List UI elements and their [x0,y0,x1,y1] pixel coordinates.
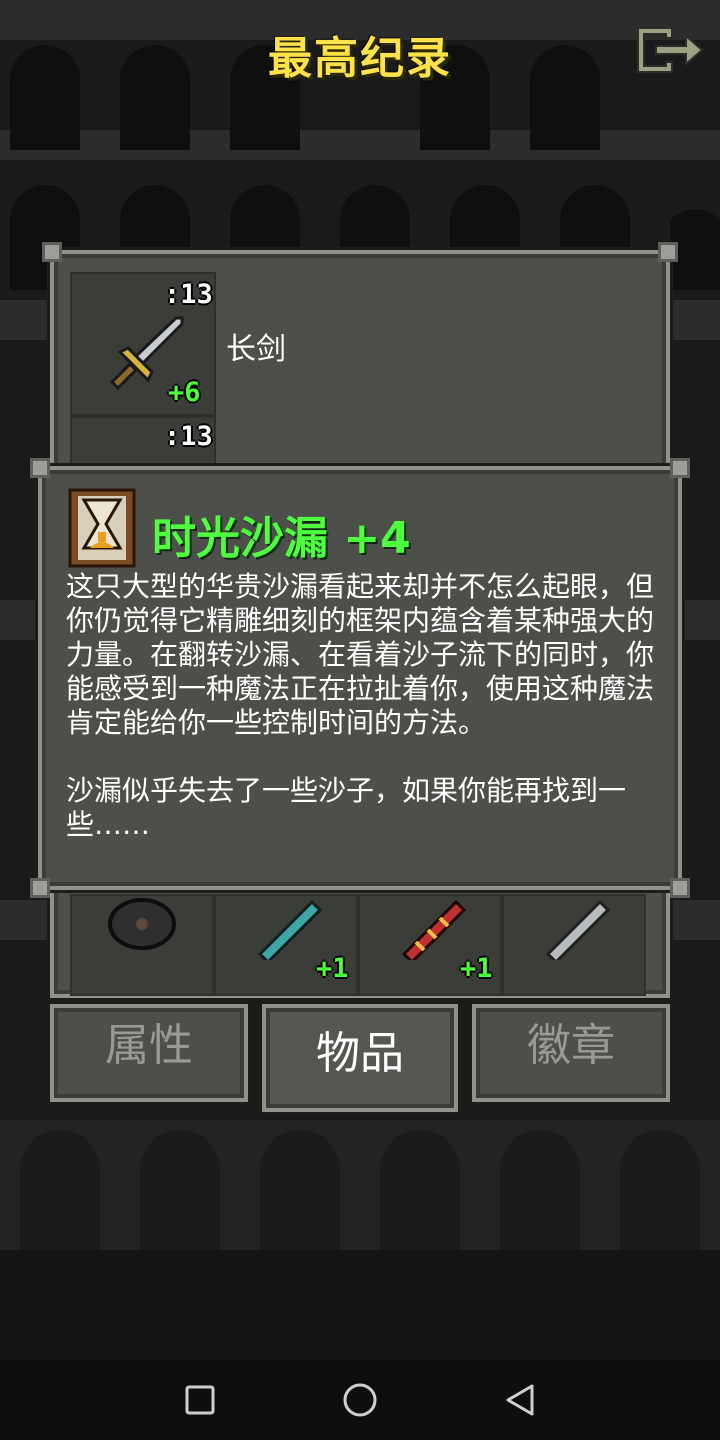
item-info-window: 时光沙漏 +4 这只大型的华贵沙漏看起来却并不怎么起眼，但你仍觉得它精雕细刻的框… [30,458,690,898]
item-count-badge: :13 [164,279,213,310]
navigation-bar [0,1360,720,1440]
item-level-badge: +1 [460,953,493,984]
tab-label: 属性 [105,1020,193,1071]
teal-wand-icon [257,899,323,960]
window-corner [670,878,690,898]
exit-icon[interactable] [634,24,706,76]
back-triangle-icon[interactable] [502,1382,538,1418]
window-corner [670,458,690,478]
tab-stats[interactable]: 属性 [50,1004,248,1102]
page-title: 最高纪录 [268,33,452,84]
tab-badges[interactable]: 徽章 [472,1004,670,1102]
item-description: 这只大型的华贵沙漏看起来却并不怎么起眼，但你仍觉得它精雕细刻的框架内蕴含着某种强… [66,570,655,841]
window-corner [658,242,678,262]
item-slot-teal-wand[interactable]: +1 [214,894,358,996]
tab-label: 物品 [316,1028,404,1079]
item-level-badge: +6 [168,377,201,408]
window-corner [30,458,50,478]
item-slot-steel-wand[interactable] [502,894,646,996]
item-count-badge: :13 [164,421,213,452]
hourglass-icon [68,488,136,568]
round-shield-icon [108,898,176,950]
item-slot-longsword[interactable]: :13 +6 [70,272,216,416]
item-title: 时光沙漏 +4 [152,513,411,564]
item-slot-fire-wand[interactable]: +1 [358,894,502,996]
recents-square-icon[interactable] [184,1384,216,1416]
item-slot-shield[interactable] [70,894,214,996]
window-corner [42,242,62,262]
steel-wand-icon [545,899,611,960]
window-corner [30,878,50,898]
item-name: 长剑 [226,332,286,367]
tab-label: 徽章 [527,1020,615,1071]
item-level-badge: +1 [316,953,349,984]
fire-wand-icon [401,899,467,960]
tab-items[interactable]: 物品 [262,1004,458,1112]
home-circle-icon[interactable] [342,1382,378,1418]
